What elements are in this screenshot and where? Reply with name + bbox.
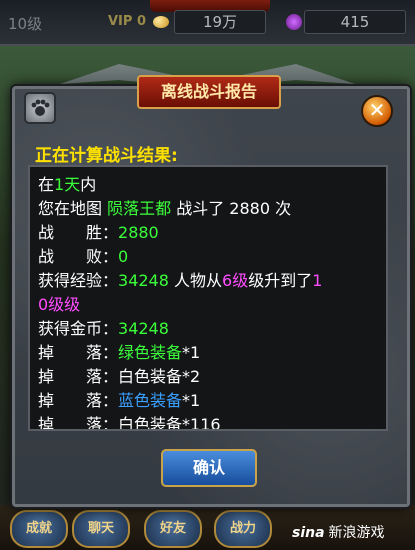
nav-chat-button[interactable]: 聊天 xyxy=(72,510,130,548)
nav-power-button[interactable]: 战力 xyxy=(214,510,272,548)
report-line-exp-cont: 0级级 xyxy=(38,295,81,314)
player-level: 10级 xyxy=(8,15,43,33)
gem-amount: 415 xyxy=(304,10,406,34)
battle-report-log[interactable]: 在1天内 您在地图 陨落王都 战斗了 2880 次 战 胜：2880 战 败：0… xyxy=(28,165,388,431)
dialog-title: 离线战斗报告 xyxy=(137,75,281,109)
vip-level[interactable]: VIP 0 xyxy=(108,14,146,29)
purple-gem-icon xyxy=(286,14,302,30)
gold-amount: 19万 xyxy=(174,10,266,34)
watermark-logo: sina xyxy=(292,525,325,541)
report-line-duration: 在1天内 xyxy=(38,175,97,194)
gold-coin-icon xyxy=(153,16,169,28)
report-line-drop-blue: 掉 落：蓝色装备*1 xyxy=(38,391,201,410)
close-icon[interactable]: ✕ xyxy=(361,95,393,127)
watermark: sina 新浪游戏 xyxy=(292,522,385,542)
watermark-text: 新浪游戏 xyxy=(328,525,385,541)
report-line-map: 您在地图 陨落王都 战斗了 2880 次 xyxy=(38,199,292,218)
report-line-exp: 获得经验：34248 人物从6级级升到了1 xyxy=(38,271,323,290)
nav-friends-button[interactable]: 好友 xyxy=(144,510,202,548)
report-line-drop-white-2: 掉 落：白色装备*116 xyxy=(38,415,221,431)
paw-icon[interactable] xyxy=(24,92,56,124)
confirm-button[interactable]: 确认 xyxy=(161,449,257,487)
calculating-heading: 正在计算战斗结果: xyxy=(35,146,178,166)
report-line-drop-green: 掉 落：绿色装备*1 xyxy=(38,343,201,362)
report-line-wins: 战 胜：2880 xyxy=(38,223,159,242)
status-bar: 10级 VIP 0 19万 415 xyxy=(0,0,415,46)
report-line-gold: 获得金币：34248 xyxy=(38,319,169,338)
nav-achievements-button[interactable]: 成就 xyxy=(10,510,68,548)
report-line-drop-white: 掉 落：白色装备*2 xyxy=(38,367,201,386)
report-line-losses: 战 败：0 xyxy=(38,247,129,266)
